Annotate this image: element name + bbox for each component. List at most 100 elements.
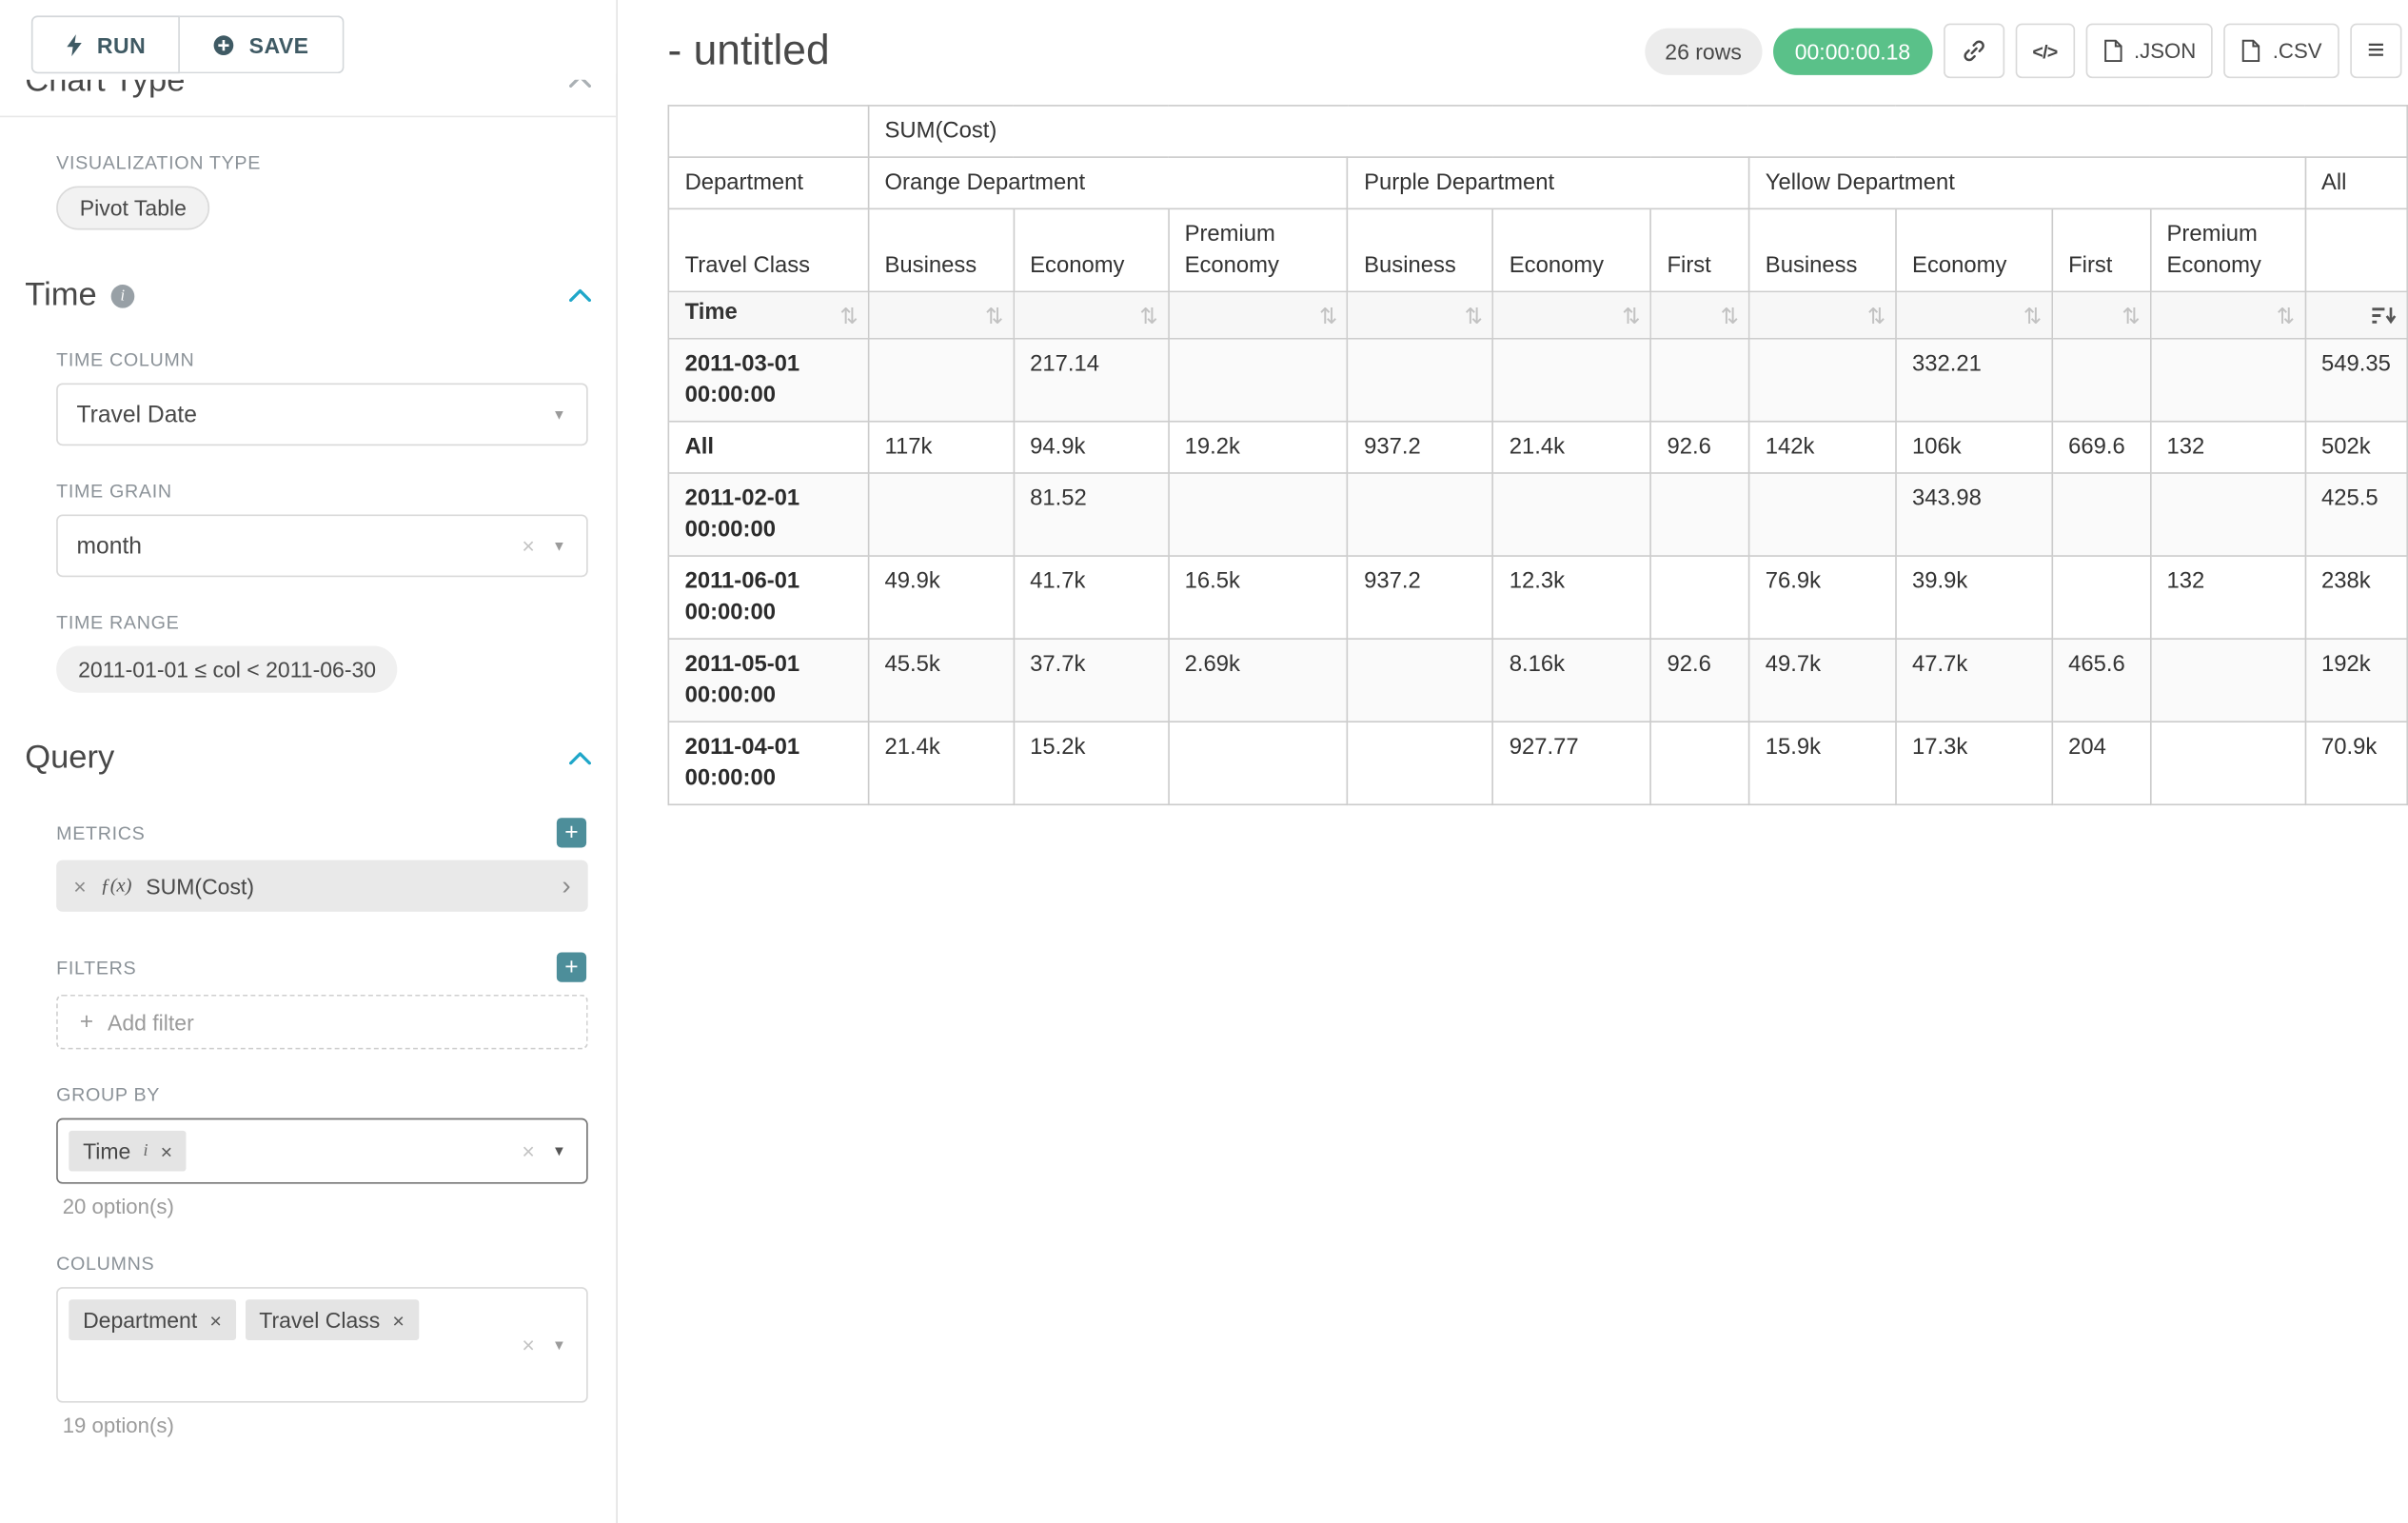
column-info-icon: i [143,1141,148,1160]
run-label: RUN [97,32,146,57]
remove-chip-icon[interactable]: × [392,1308,404,1332]
remove-chip-icon[interactable]: × [209,1308,221,1332]
pivot-sort-cell: ⇅ [1014,291,1168,338]
columns-chip[interactable]: Travel Class × [246,1299,419,1340]
pivot-sort-cell: ⇅ [1493,291,1651,338]
caret-down-icon: ▼ [552,1143,566,1158]
pivot-row-header: 2011-02-01 00:00:00 [668,473,868,556]
pivot-value-cell [1493,339,1651,422]
pivot-value-cell [1749,339,1896,422]
pivot-time-label: Time⇅ [668,291,868,338]
time-column-value: Travel Date [77,401,197,427]
remove-metric-icon[interactable]: × [73,874,86,899]
group-by-select[interactable]: Time i × × ▼ [56,1118,588,1184]
pivot-value-cell: 502k [2305,422,2408,473]
chip-label: Department [83,1307,197,1332]
chart-type-heading: Chart Type [25,80,185,104]
pivot-value-cell: 21.4k [1493,422,1651,473]
pivot-value-cell: 92.6 [1650,422,1748,473]
pivot-value-cell: 92.6 [1650,639,1748,722]
code-icon: </> [2032,40,2057,62]
time-column-select[interactable]: Travel Date ▼ [56,384,588,446]
filters-label: FILTERS [56,957,136,979]
add-metric-button[interactable]: + [557,818,586,847]
pivot-sort-cell: ⇅ [2052,291,2150,338]
pivot-group-header: All [2305,157,2408,208]
sort-toggle-icon[interactable]: ⇅ [1721,305,1739,326]
sort-toggle-icon[interactable]: ⇅ [1139,305,1157,326]
export-csv-button[interactable]: .CSV [2224,24,2339,79]
time-section-title: Time [25,277,96,314]
sort-toggle-icon[interactable]: ⇅ [1465,305,1483,326]
add-filter-plus-button[interactable]: + [557,953,586,982]
columns-options-hint: 19 option(s) [63,1414,617,1437]
metric-label: SUM(Cost) [146,874,254,899]
clear-all-icon[interactable]: × [522,1138,534,1163]
pivot-value-cell: 15.2k [1014,722,1168,804]
copy-link-button[interactable] [1944,24,2004,79]
sort-toggle-icon[interactable]: ⇅ [2122,305,2140,326]
results-area: - untitled 26 rows 00:00:00.18 </> [620,0,2408,1523]
viz-type-pill[interactable]: Pivot Table [56,187,209,230]
time-grain-value: month [77,532,143,559]
pivot-value-cell: 8.16k [1493,639,1651,722]
control-panel: RUN SAVE Chart Type VISUALIZATION TYPE P… [0,0,618,1523]
pivot-dimension-label: Department [668,157,868,208]
pivot-value-cell: 45.5k [868,639,1014,722]
pivot-value-cell [1749,473,1896,556]
chevron-up-icon[interactable] [569,289,591,302]
row-count-badge: 26 rows [1645,28,1762,74]
pivot-class-header: First [2052,208,2150,291]
pivot-value-cell: 49.7k [1749,639,1896,722]
query-timer-badge: 00:00:00.18 [1773,28,1933,74]
columns-select[interactable]: Department × Travel Class × × ▼ [56,1287,588,1403]
save-button[interactable]: SAVE [180,15,343,73]
menu-button[interactable]: ≡ [2350,24,2401,79]
group-by-chip[interactable]: Time i × [69,1131,187,1172]
sort-toggle-icon[interactable]: ⇅ [839,305,858,326]
pivot-data-row: 2011-06-01 00:00:0049.9k41.7k16.5k937.21… [668,556,2407,639]
pivot-row-header: 2011-06-01 00:00:00 [668,556,868,639]
time-grain-select[interactable]: month × ▼ [56,515,588,578]
pivot-travel-class-label: Travel Class [668,208,868,291]
clear-icon[interactable]: × [522,533,534,558]
metric-pill[interactable]: × ƒ(x) SUM(Cost) › [56,860,588,912]
pivot-class-header: Economy [1014,208,1168,291]
sort-desc-icon[interactable] [2372,305,2397,325]
chart-type-section-header[interactable]: Chart Type [25,80,591,104]
pivot-sort-cell: ⇅ [868,291,1014,338]
expand-metric-icon[interactable]: › [562,873,570,900]
pivot-metric-header: SUM(Cost) [868,106,2407,157]
pivot-value-cell: 94.9k [1014,422,1168,473]
sort-toggle-icon[interactable]: ⇅ [1319,305,1337,326]
add-filter-button[interactable]: + Add filter [56,995,588,1050]
query-section-title: Query [25,740,114,777]
pivot-value-cell: 217.14 [1014,339,1168,422]
sort-toggle-icon[interactable]: ⇅ [2277,305,2295,326]
pivot-value-cell: 332.21 [1896,339,2052,422]
info-icon: i [110,284,134,307]
pivot-sort-cell: ⇅ [1650,291,1748,338]
fx-icon: ƒ(x) [100,874,131,898]
pivot-row-header: 2011-03-01 00:00:00 [668,339,868,422]
embed-code-button[interactable]: </> [2015,24,2074,79]
remove-chip-icon[interactable]: × [161,1139,172,1163]
pivot-table: SUM(Cost)DepartmentOrange DepartmentPurp… [668,105,2408,805]
time-section-header[interactable]: Time i [25,277,591,314]
sort-toggle-icon[interactable]: ⇅ [985,305,1003,326]
pivot-sort-cell: ⇅ [1348,291,1493,338]
clear-all-icon[interactable]: × [522,1333,534,1357]
sort-toggle-icon[interactable]: ⇅ [1867,305,1885,326]
time-range-pill[interactable]: 2011-01-01 ≤ col < 2011-06-30 [56,646,398,693]
run-button[interactable]: RUN [31,15,180,73]
sort-toggle-icon[interactable]: ⇅ [1622,305,1640,326]
sort-toggle-icon[interactable]: ⇅ [2023,305,2042,326]
pivot-value-cell [1348,639,1493,722]
pivot-value-cell: 39.9k [1896,556,2052,639]
chevron-up-icon[interactable] [569,752,591,764]
columns-chip[interactable]: Department × [69,1299,235,1340]
export-json-button[interactable]: .JSON [2085,24,2213,79]
time-column-label: TIME COLUMN [56,348,586,370]
query-section-header[interactable]: Query [25,740,591,777]
chip-label: Time [83,1138,130,1163]
